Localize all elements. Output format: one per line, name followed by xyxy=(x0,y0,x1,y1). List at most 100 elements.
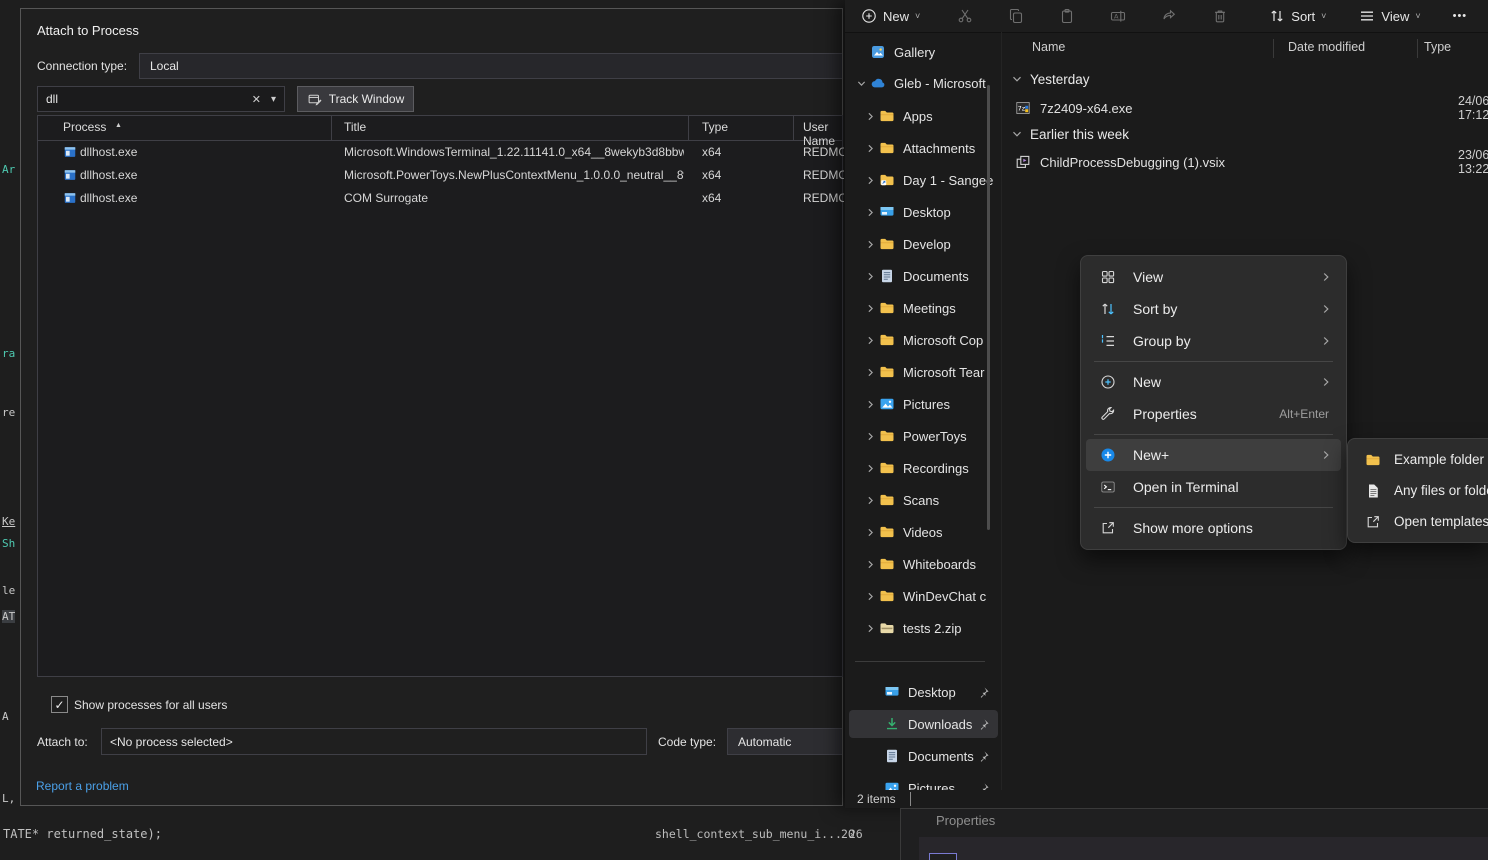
chevron-right-icon[interactable] xyxy=(866,400,879,409)
sidebar-item-documents[interactable]: Documents xyxy=(849,262,998,290)
show-all-users-label: Show processes for all users xyxy=(74,698,227,712)
copy-button[interactable] xyxy=(998,3,1033,29)
attach-to-field[interactable]: <No process selected> xyxy=(101,728,647,755)
cut-button[interactable] xyxy=(947,3,982,29)
sidebar-item-whiteboards[interactable]: Whiteboards xyxy=(849,550,998,578)
chevron-right-icon[interactable] xyxy=(866,368,879,377)
connection-type-combo[interactable]: Local xyxy=(139,53,842,79)
submenu-item-any-files[interactable]: Any files or folde xyxy=(1353,475,1488,506)
chevron-right-icon[interactable] xyxy=(866,144,879,153)
report-a-problem-link[interactable]: Report a problem xyxy=(36,779,129,793)
sidebar-item-develop[interactable]: Develop xyxy=(849,230,998,258)
new-plus-submenu: Example folder Any files or folde Open t… xyxy=(1347,438,1488,543)
view-button-label: View xyxy=(1381,9,1409,24)
menu-item-properties[interactable]: Properties Alt+Enter xyxy=(1086,398,1341,430)
column-type[interactable]: Type xyxy=(702,120,728,134)
table-row[interactable]: dllhost.exe COM Surrogate x64 REDMOND xyxy=(38,187,842,210)
chevron-right-icon[interactable] xyxy=(866,272,879,281)
new-button[interactable]: New ˅ xyxy=(851,3,929,29)
pane-divider[interactable] xyxy=(1001,32,1002,790)
menu-item-group-by[interactable]: Group by xyxy=(1086,325,1341,357)
chevron-right-icon[interactable] xyxy=(866,304,879,313)
sidebar-item-windevchat[interactable]: WinDevChat c xyxy=(849,582,998,610)
track-window-button[interactable]: Track Window xyxy=(297,86,414,112)
more-options-button[interactable]: ••• xyxy=(1444,3,1477,29)
menu-item-open-in-terminal[interactable]: Open in Terminal xyxy=(1086,471,1341,503)
file-row[interactable]: 7z 7z2409-x64.exe 24/06/2025 17:12 Appli… xyxy=(1015,94,1488,122)
sidebar-item-downloads-pinned[interactable]: Downloads xyxy=(849,710,998,738)
chevron-right-icon[interactable] xyxy=(866,464,879,473)
chevron-right-icon[interactable] xyxy=(866,560,879,569)
properties-panel-field[interactable] xyxy=(929,853,957,860)
process-table-header[interactable]: Process ▲ Title Type User Name xyxy=(38,116,842,141)
menu-item-view[interactable]: View xyxy=(1086,261,1341,293)
sidebar-item-videos[interactable]: Videos xyxy=(849,518,998,546)
file-date: 24/06/2025 17:12 xyxy=(1458,94,1488,122)
column-type[interactable]: Type xyxy=(1424,40,1451,54)
sidebar-item-recordings[interactable]: Recordings xyxy=(849,454,998,482)
rename-button[interactable]: A xyxy=(1100,3,1135,29)
chevron-right-icon[interactable] xyxy=(866,592,879,601)
sidebar-item-desktop[interactable]: Desktop xyxy=(849,198,998,226)
sidebar-item-gallery[interactable]: Gallery xyxy=(849,38,998,66)
clear-filter-icon[interactable]: ✕ xyxy=(252,93,261,106)
submenu-item-example-folder[interactable]: Example folder xyxy=(1353,444,1488,475)
group-header-yesterday[interactable]: Yesterday xyxy=(1012,66,1090,92)
menu-item-new[interactable]: New xyxy=(1086,366,1341,398)
sidebar-item-apps[interactable]: Apps xyxy=(849,102,998,130)
chevron-down-icon[interactable] xyxy=(1012,74,1022,84)
menu-item-show-more-options[interactable]: Show more options xyxy=(1086,512,1341,544)
chevron-right-icon[interactable] xyxy=(866,432,879,441)
sidebar-item-powertoys[interactable]: PowerToys xyxy=(849,422,998,450)
sidebar-item-meetings[interactable]: Meetings xyxy=(849,294,998,322)
table-row[interactable]: dllhost.exe Microsoft.WindowsTerminal_1.… xyxy=(38,141,842,164)
sidebar-item-documents-pinned[interactable]: Documents xyxy=(849,742,998,770)
sidebar-item-microsoft-cop[interactable]: Microsoft Cop xyxy=(849,326,998,354)
sidebar-scrollbar[interactable] xyxy=(987,85,990,530)
chevron-right-icon[interactable] xyxy=(866,208,879,217)
sidebar-item-tests-zip[interactable]: tests 2.zip xyxy=(849,614,998,642)
filter-dropdown-icon[interactable]: ▾ xyxy=(271,94,276,105)
paste-button[interactable] xyxy=(1049,3,1084,29)
share-button[interactable] xyxy=(1151,3,1186,29)
chevron-right-icon[interactable] xyxy=(866,336,879,345)
code-type-combo[interactable]: Automatic xyxy=(727,728,842,755)
column-divider[interactable] xyxy=(331,116,332,140)
menu-item-new-plus[interactable]: New+ xyxy=(1086,439,1341,471)
sidebar-item-attachments[interactable]: Attachments xyxy=(849,134,998,162)
chevron-right-icon[interactable] xyxy=(866,528,879,537)
submenu-item-open-templates[interactable]: Open templates xyxy=(1353,506,1488,537)
sidebar-item-onedrive[interactable]: Gleb - Microsoft xyxy=(849,69,998,97)
menu-item-sort-by[interactable]: Sort by xyxy=(1086,293,1341,325)
table-row[interactable]: dllhost.exe Microsoft.PowerToys.NewPlusC… xyxy=(38,164,842,187)
chevron-right-icon[interactable] xyxy=(866,496,879,505)
chevron-right-icon[interactable] xyxy=(866,176,879,185)
column-divider[interactable] xyxy=(793,116,794,140)
show-all-users-checkbox[interactable]: ✓ xyxy=(51,696,68,713)
sidebar-item-desktop-pinned[interactable]: Desktop xyxy=(849,678,998,706)
file-row[interactable]: ChildProcessDebugging (1).vsix 23/06/202… xyxy=(1015,148,1488,176)
chevron-down-icon[interactable] xyxy=(857,79,870,88)
view-button[interactable]: View ˅ xyxy=(1349,3,1429,29)
column-divider[interactable] xyxy=(1417,39,1418,58)
column-date-modified[interactable]: Date modified xyxy=(1288,40,1365,54)
column-title[interactable]: Title xyxy=(344,120,366,134)
chevron-down-icon[interactable] xyxy=(1012,129,1022,139)
delete-button[interactable] xyxy=(1202,3,1237,29)
sort-button[interactable]: Sort ˅ xyxy=(1259,3,1335,29)
column-divider[interactable] xyxy=(1273,39,1274,58)
column-process[interactable]: Process xyxy=(63,120,106,134)
column-name[interactable]: Name xyxy=(1032,40,1065,54)
chevron-right-icon[interactable] xyxy=(866,624,879,633)
process-filter-input[interactable]: dll ✕ ▾ xyxy=(37,86,285,112)
chevron-right-icon[interactable] xyxy=(866,112,879,121)
sidebar-item-day1[interactable]: Day 1 - Sangee xyxy=(849,166,998,194)
sidebar-item-microsoft-tear[interactable]: Microsoft Tear xyxy=(849,358,998,386)
sidebar-item-scans[interactable]: Scans xyxy=(849,486,998,514)
chevron-right-icon[interactable] xyxy=(866,240,879,249)
process-name: dllhost.exe xyxy=(80,168,137,182)
sidebar-item-pictures[interactable]: Pictures xyxy=(849,390,998,418)
group-header-earlier-this-week[interactable]: Earlier this week xyxy=(1012,121,1129,147)
sidebar-item-label: Gallery xyxy=(894,45,998,60)
column-divider[interactable] xyxy=(688,116,689,140)
